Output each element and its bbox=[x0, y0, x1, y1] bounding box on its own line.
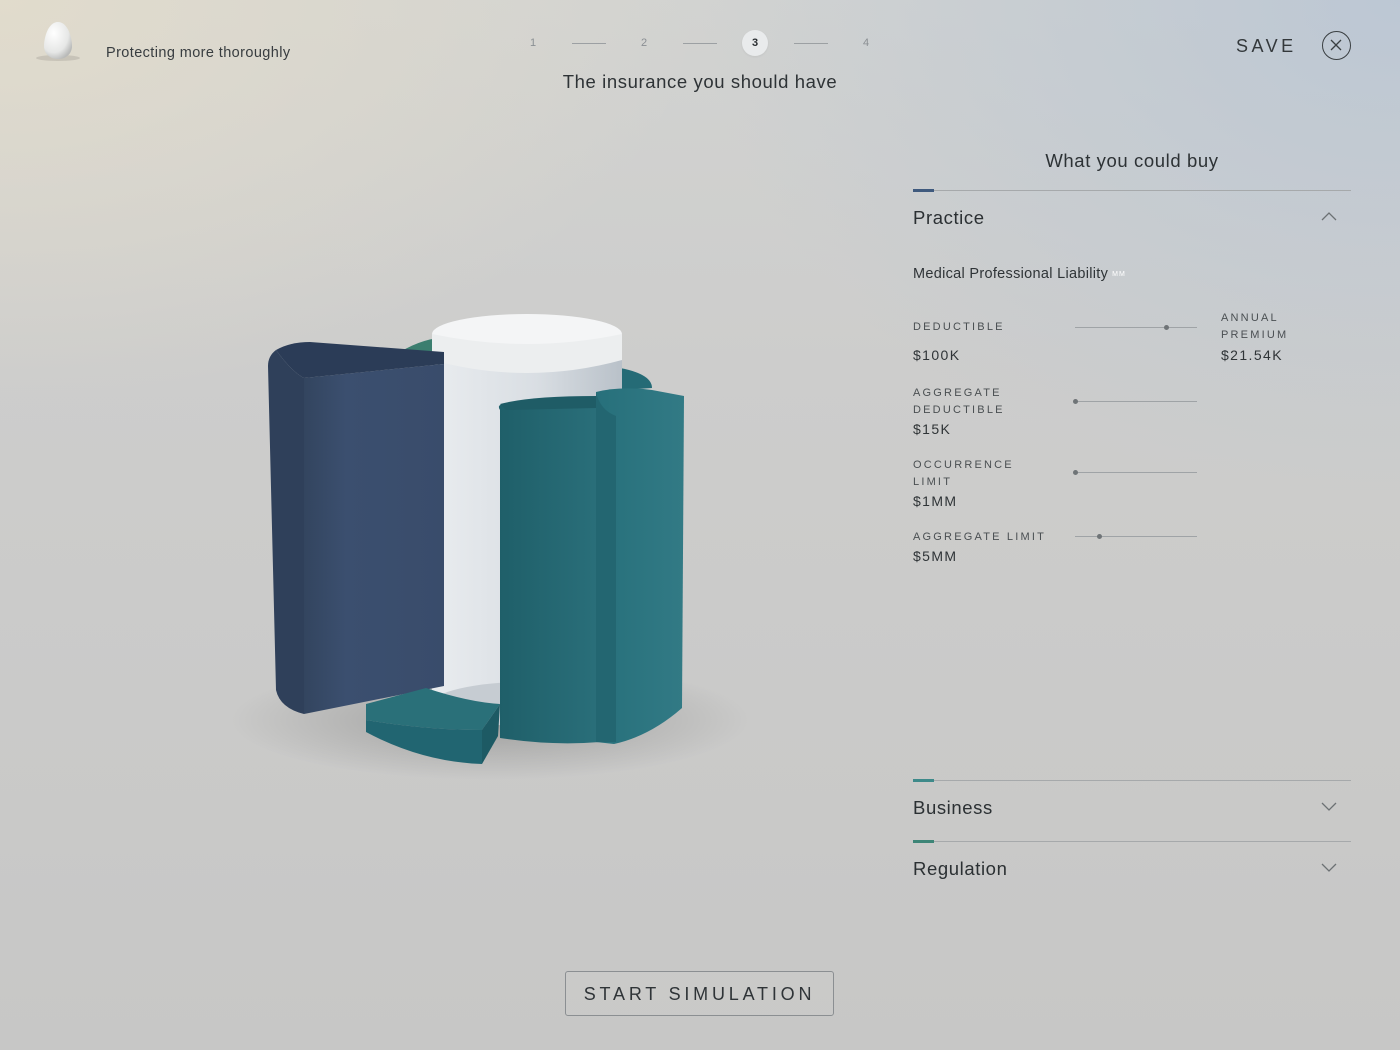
egg-logo-icon bbox=[32, 18, 84, 64]
aggregate-limit-slider[interactable] bbox=[1075, 530, 1197, 542]
step-2[interactable]: 2 bbox=[631, 30, 657, 56]
app-tagline: Protecting more thoroughly bbox=[106, 45, 291, 61]
close-button[interactable] bbox=[1322, 31, 1351, 60]
deductible-value: $100K bbox=[913, 347, 961, 363]
step-1[interactable]: 1 bbox=[520, 30, 546, 56]
step-4[interactable]: 4 bbox=[853, 30, 879, 56]
step-3-current[interactable]: 3 bbox=[742, 30, 768, 56]
occurrence-limit-value: $1MM bbox=[913, 493, 958, 509]
coverage-badge: MM bbox=[1112, 270, 1126, 278]
annual-premium-value: $21.54K bbox=[1221, 347, 1283, 363]
slider-thumb[interactable] bbox=[1164, 324, 1169, 330]
section-regulation[interactable]: Regulation bbox=[913, 840, 1351, 894]
save-button[interactable]: SAVE bbox=[1236, 36, 1297, 57]
aggregate-limit-value: $5MM bbox=[913, 548, 958, 564]
aggregate-limit-label: AGGREGATE LIMIT bbox=[913, 531, 1047, 543]
start-simulation-button[interactable]: START SIMULATION bbox=[565, 971, 834, 1016]
slider-track bbox=[1075, 535, 1197, 537]
section-accent bbox=[913, 840, 934, 843]
slider-thumb[interactable] bbox=[1072, 398, 1078, 404]
section-label: Business bbox=[913, 797, 993, 818]
aggregate-deductible-label: AGGREGATE DEDUCTIBLE bbox=[913, 387, 1005, 416]
section-business[interactable]: Business bbox=[913, 779, 1351, 833]
section-practice[interactable]: Practice bbox=[913, 189, 1351, 243]
section-accent bbox=[913, 779, 934, 782]
coverage-3d-visualization[interactable] bbox=[200, 290, 760, 790]
step-connector bbox=[572, 43, 606, 44]
coverage-name: Medical Professional Liability MM bbox=[913, 266, 1126, 282]
slider-thumb[interactable] bbox=[1072, 469, 1078, 475]
occurrence-limit-label: OCCURRENCE LIMIT bbox=[913, 459, 1014, 488]
section-label: Practice bbox=[913, 207, 985, 228]
close-icon bbox=[1330, 39, 1342, 51]
chevron-up-icon[interactable] bbox=[1321, 211, 1337, 221]
section-label: Regulation bbox=[913, 858, 1008, 879]
occurrence-limit-slider[interactable] bbox=[1072, 466, 1197, 478]
progress-stepper: 1 2 3 4 bbox=[520, 30, 880, 60]
annual-premium-label: ANNUAL PREMIUM bbox=[1221, 312, 1289, 341]
chevron-down-icon[interactable] bbox=[1321, 862, 1337, 872]
slider-track bbox=[1075, 326, 1197, 328]
deductible-label: DEDUCTIBLE bbox=[913, 321, 1005, 333]
deductible-slider[interactable] bbox=[1075, 321, 1197, 333]
coverage-name-text: Medical Professional Liability bbox=[913, 266, 1109, 282]
page-title: The insurance you should have bbox=[562, 71, 838, 92]
slider-track bbox=[1075, 471, 1197, 473]
slider-thumb[interactable] bbox=[1096, 533, 1102, 539]
chevron-down-icon[interactable] bbox=[1321, 801, 1337, 811]
coverage-panel: What you could buy Practice Medical Prof… bbox=[913, 140, 1351, 879]
step-connector bbox=[794, 43, 828, 44]
section-accent bbox=[913, 189, 934, 192]
panel-title: What you could buy bbox=[1045, 150, 1219, 171]
step-connector bbox=[683, 43, 717, 44]
aggregate-deductible-slider[interactable] bbox=[1072, 395, 1197, 407]
business-segment[interactable] bbox=[498, 388, 684, 744]
aggregate-deductible-value: $15K bbox=[913, 421, 952, 437]
slider-track bbox=[1075, 400, 1197, 402]
practice-segment[interactable] bbox=[268, 342, 444, 714]
